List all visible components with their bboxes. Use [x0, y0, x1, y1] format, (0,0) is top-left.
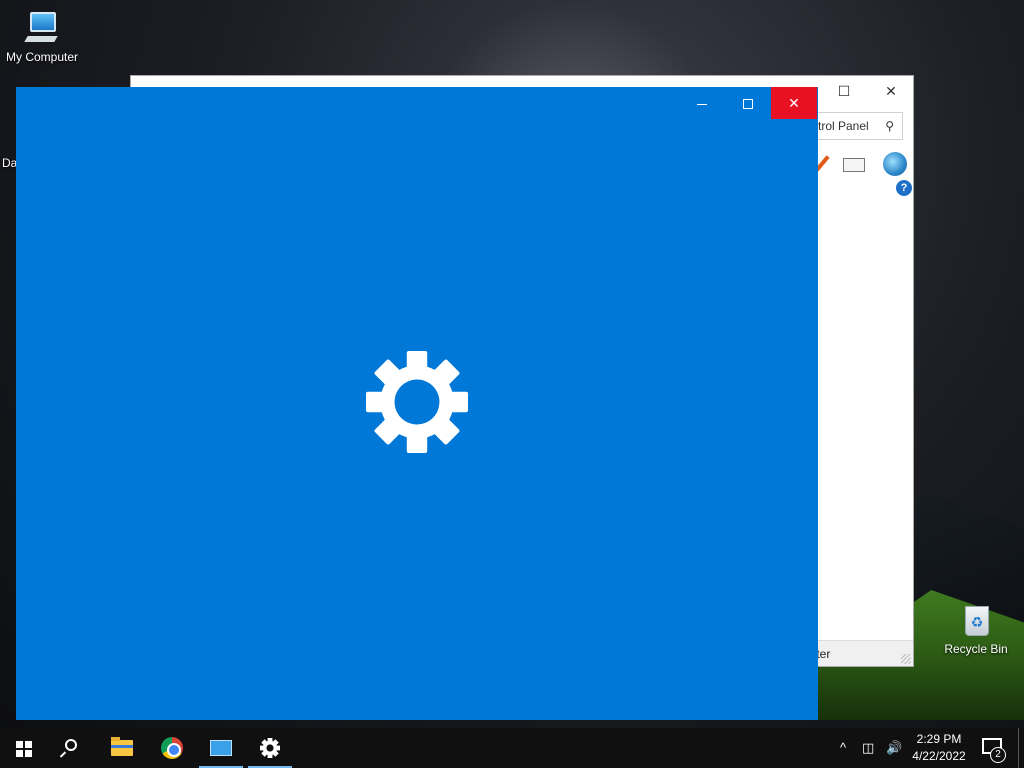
desktop-icon-my-computer[interactable]: My Computer	[0, 10, 84, 64]
taskbar: ^ ◫ 🔊 2:29 PM 4/22/2022 2	[0, 728, 1024, 768]
maximize-button[interactable]: ☐	[829, 80, 859, 102]
computer-icon	[24, 10, 60, 46]
help-icon[interactable]: ?	[896, 180, 912, 196]
taskbar-chrome[interactable]	[148, 728, 196, 768]
taskbar-file-explorer[interactable]	[99, 728, 147, 768]
notification-count-badge: 2	[990, 747, 1006, 763]
toolbar	[812, 150, 913, 178]
maximize-button[interactable]	[725, 87, 771, 119]
envelope-icon[interactable]	[843, 158, 865, 172]
volume-icon[interactable]: 🔊	[886, 740, 902, 756]
close-button[interactable]: ✕	[771, 87, 817, 119]
taskbar-search-button[interactable]	[48, 728, 96, 768]
show-desktop-button[interactable]	[1018, 728, 1019, 768]
folder-icon	[111, 737, 133, 756]
control-panel-icon	[210, 740, 232, 756]
clock-date: 4/22/2022	[912, 749, 966, 763]
resize-grip[interactable]	[901, 654, 911, 664]
search-icon	[65, 739, 77, 751]
start-button[interactable]	[0, 728, 48, 768]
gear-icon	[366, 351, 468, 453]
search-icon: ⚲	[885, 119, 894, 133]
clock-time: 2:29 PM	[916, 732, 962, 746]
settings-window[interactable]: ✕	[16, 87, 818, 720]
network-icon[interactable]: ◫	[862, 740, 874, 756]
maximize-icon	[743, 99, 753, 110]
close-icon: ✕	[788, 95, 800, 111]
clock[interactable]: 2:29 PM 4/22/2022	[904, 731, 974, 765]
desktop-icon-label: My Computer	[5, 50, 79, 64]
taskbar-settings[interactable]	[246, 728, 294, 768]
minimize-button[interactable]	[679, 87, 725, 119]
globe-icon[interactable]	[883, 152, 907, 176]
minimize-icon	[697, 103, 707, 105]
chevron-up-icon[interactable]: ^	[840, 740, 846, 756]
taskbar-control-panel[interactable]	[197, 728, 245, 768]
chrome-icon	[161, 737, 183, 759]
windows-logo-icon	[16, 741, 32, 757]
search-input[interactable]: trol Panel ⚲	[803, 112, 903, 140]
close-button[interactable]: ✕	[876, 80, 906, 102]
recycle-bin-icon: ♻	[958, 602, 994, 638]
search-input-value: trol Panel	[818, 119, 869, 133]
desktop-icon-recycle-bin[interactable]: ♻ Recycle Bin	[934, 602, 1018, 656]
gear-icon	[260, 738, 280, 758]
desktop-icon-label: Recycle Bin	[944, 642, 1008, 656]
